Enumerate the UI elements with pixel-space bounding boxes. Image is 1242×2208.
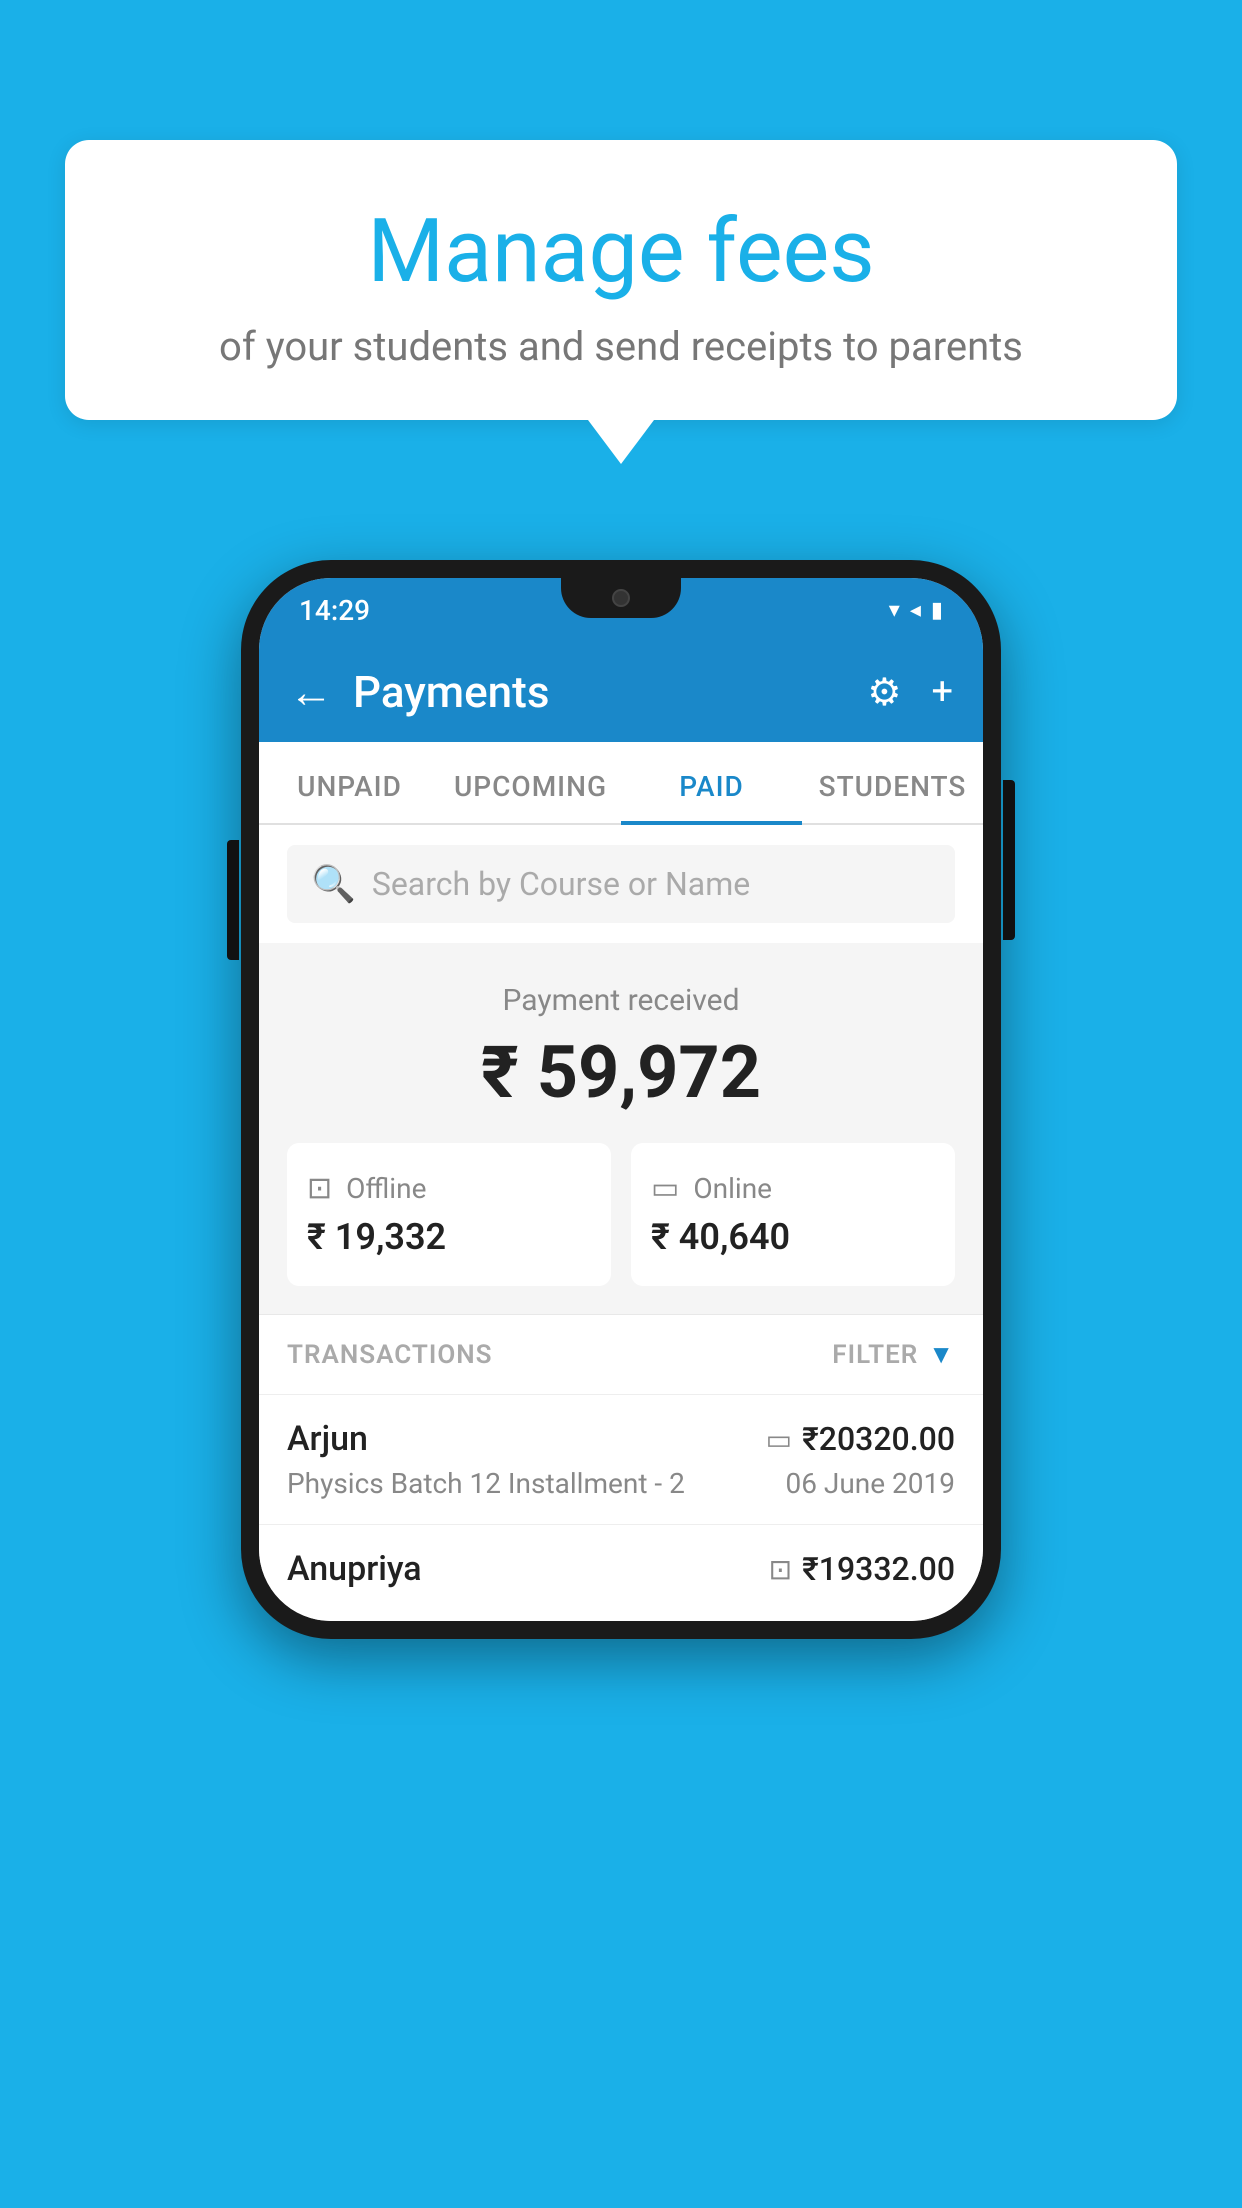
payment-total-amount: ₹ 59,972	[287, 1030, 955, 1115]
offline-amount: ₹ 19,332	[307, 1216, 591, 1258]
transaction-row-top: Anupriya ⊡ ₹19332.00	[287, 1549, 955, 1589]
table-row[interactable]: Anupriya ⊡ ₹19332.00	[259, 1524, 983, 1621]
tab-unpaid[interactable]: UNPAID	[259, 742, 440, 823]
notch	[561, 578, 681, 618]
payment-cards: ⊡ Offline ₹ 19,332 ▭ Online ₹ 40,640	[287, 1143, 955, 1286]
payment-summary: Payment received ₹ 59,972 ⊡ Offline ₹ 19…	[259, 943, 983, 1314]
tab-upcoming[interactable]: UPCOMING	[440, 742, 621, 823]
tab-students[interactable]: STUDENTS	[802, 742, 983, 823]
tabs: UNPAID UPCOMING PAID STUDENTS	[259, 742, 983, 825]
app-bar: ← Payments ⚙ +	[259, 642, 983, 742]
transaction-amount: ₹19332.00	[802, 1550, 955, 1588]
transaction-date: 06 June 2019	[785, 1467, 955, 1500]
transaction-name: Arjun	[287, 1419, 368, 1459]
transaction-course: Physics Batch 12 Installment - 2	[287, 1467, 685, 1500]
signal-icon: ◂	[910, 598, 921, 623]
transaction-row-bottom: Physics Batch 12 Installment - 2 06 June…	[287, 1467, 955, 1500]
filter-button[interactable]: FILTER ▼	[832, 1339, 955, 1370]
table-row[interactable]: Arjun ▭ ₹20320.00 Physics Batch 12 Insta…	[259, 1394, 983, 1524]
settings-icon[interactable]: ⚙	[867, 670, 901, 715]
payment-received-label: Payment received	[287, 983, 955, 1018]
phone-screen: 14:29 ▾ ◂ ▮ ← Payments ⚙ + UNPAID UPCO	[259, 578, 983, 1621]
app-bar-title: Payments	[353, 666, 867, 718]
filter-label: FILTER	[832, 1340, 918, 1370]
phone-outer: 14:29 ▾ ◂ ▮ ← Payments ⚙ + UNPAID UPCO	[241, 560, 1001, 1639]
offline-label: Offline	[346, 1172, 426, 1205]
transaction-amount-wrapper: ▭ ₹20320.00	[766, 1420, 955, 1458]
transaction-type-icon: ⊡	[769, 1553, 792, 1586]
offline-icon: ⊡	[307, 1171, 332, 1206]
search-bar: 🔍 Search by Course or Name	[259, 825, 983, 943]
transactions-label: TRANSACTIONS	[287, 1340, 493, 1370]
app-bar-actions: ⚙ +	[867, 670, 953, 715]
transaction-amount: ₹20320.00	[802, 1420, 955, 1458]
online-card: ▭ Online ₹ 40,640	[631, 1143, 955, 1286]
online-card-header: ▭ Online	[651, 1171, 935, 1206]
offline-card: ⊡ Offline ₹ 19,332	[287, 1143, 611, 1286]
speech-bubble: Manage fees of your students and send re…	[65, 140, 1177, 420]
back-button[interactable]: ←	[289, 666, 333, 718]
status-bar: 14:29 ▾ ◂ ▮	[259, 578, 983, 642]
transaction-type-icon: ▭	[766, 1423, 792, 1456]
transaction-amount-wrapper: ⊡ ₹19332.00	[769, 1550, 955, 1588]
online-amount: ₹ 40,640	[651, 1216, 935, 1258]
add-icon[interactable]: +	[931, 670, 953, 714]
phone-wrapper: 14:29 ▾ ◂ ▮ ← Payments ⚙ + UNPAID UPCO	[241, 560, 1001, 1639]
transaction-row-top: Arjun ▭ ₹20320.00	[287, 1419, 955, 1459]
filter-icon: ▼	[928, 1339, 955, 1370]
status-time: 14:29	[299, 594, 370, 627]
battery-icon: ▮	[931, 598, 943, 623]
online-label: Online	[693, 1172, 772, 1205]
search-input-wrapper[interactable]: 🔍 Search by Course or Name	[287, 845, 955, 923]
offline-card-header: ⊡ Offline	[307, 1171, 591, 1206]
search-input[interactable]: Search by Course or Name	[372, 865, 750, 903]
online-icon: ▭	[651, 1171, 679, 1206]
bubble-subtitle: of your students and send receipts to pa…	[115, 323, 1127, 370]
status-icons: ▾ ◂ ▮	[889, 598, 943, 623]
transactions-header: TRANSACTIONS FILTER ▼	[259, 1314, 983, 1394]
search-icon: 🔍	[311, 863, 356, 905]
camera	[612, 589, 630, 607]
transaction-name: Anupriya	[287, 1549, 422, 1589]
tab-paid[interactable]: PAID	[621, 742, 802, 823]
wifi-icon: ▾	[889, 598, 900, 623]
bubble-title: Manage fees	[115, 200, 1127, 303]
